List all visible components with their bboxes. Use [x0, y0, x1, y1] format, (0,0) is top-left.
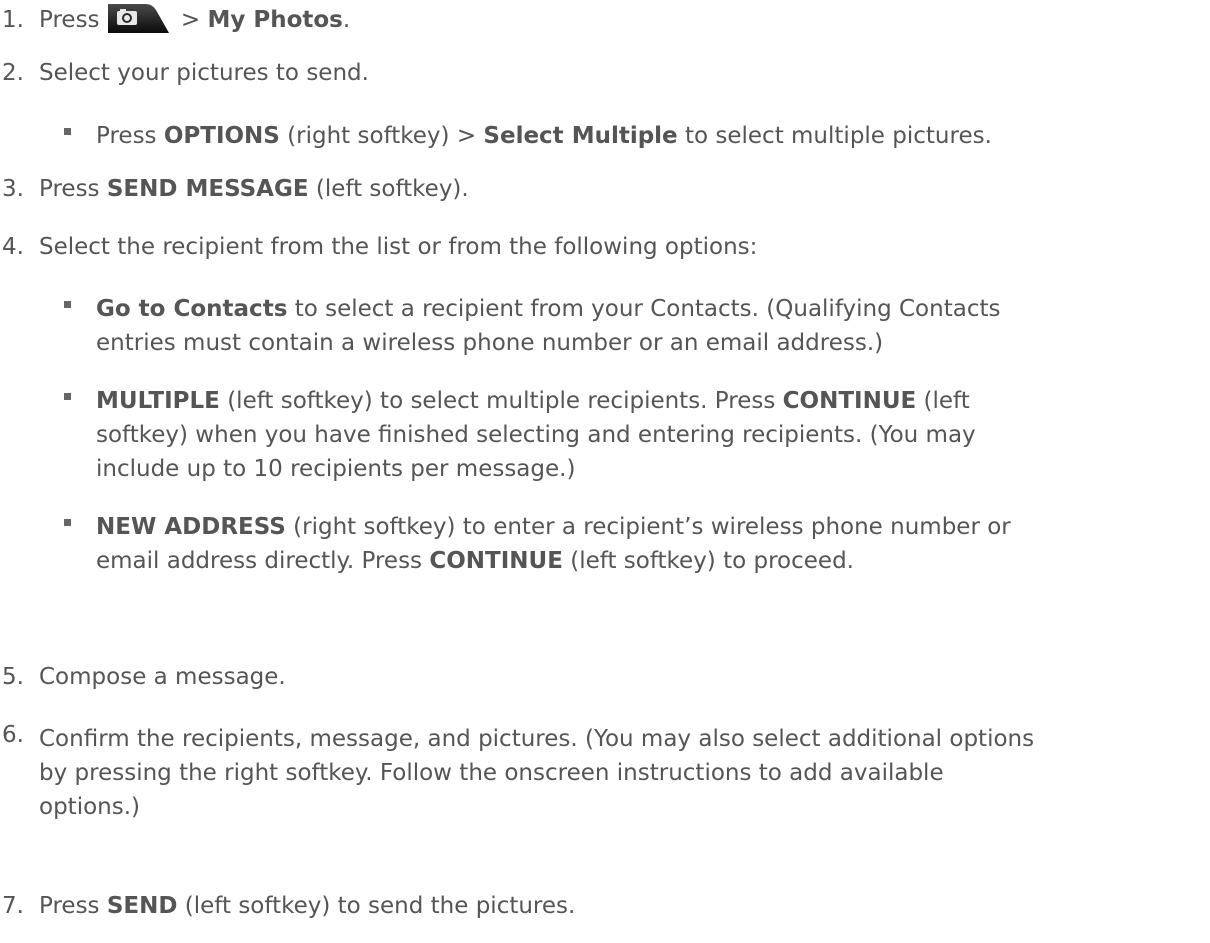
step-text: Compose a message.: [39, 664, 286, 690]
step-5: 5. Compose a message.: [0, 664, 286, 690]
bullet-icon: [64, 393, 71, 400]
step-2-bullet: Press OPTIONS (right softkey) > Select M…: [64, 119, 1176, 153]
step-text: Select your pictures to send.: [39, 60, 369, 86]
camera-key-icon: [106, 2, 170, 34]
step-number: 1.: [2, 7, 24, 33]
step-1: 1. Press > My Photos.: [0, 2, 350, 34]
option-go-to-contacts: Go to Contacts to select a recipient fro…: [64, 292, 1176, 360]
step-text: Press: [39, 7, 100, 33]
instructions-document: 1. Press > My Photos. 2. Select your pictu…: [0, 0, 1210, 943]
send-message-label: SEND MESSAGE: [106, 176, 309, 202]
step-number: 7.: [2, 893, 24, 919]
option-new-address: NEW ADDRESS (right softkey) to enter a r…: [64, 510, 1176, 578]
option-multiple: MULTIPLE (left softkey) to select multip…: [64, 384, 1176, 486]
step-number: 2.: [2, 60, 24, 86]
step-text: Select the recipient from the list or fr…: [39, 234, 758, 260]
send-label: SEND: [106, 893, 178, 919]
step-6: 6. Confirm the recipients, message, and …: [2, 722, 1035, 820]
bullet-icon: [64, 301, 71, 308]
bullet-icon: [64, 128, 71, 135]
step-7: 7. Press SEND (left softkey) to send the …: [2, 893, 576, 919]
step-number: 6.: [2, 722, 24, 748]
my-photos-label: My Photos: [207, 7, 343, 33]
step-2: 2. Select your pictures to send.: [0, 60, 369, 86]
step-number: 5.: [2, 664, 24, 690]
step-3: 3. Press SEND MESSAGE (left softkey).: [2, 176, 469, 202]
step-number: 3.: [2, 176, 24, 202]
bullet-icon: [64, 519, 71, 526]
step-number: 4.: [2, 234, 24, 260]
step-4: 4. Select the recipient from the list or …: [0, 234, 757, 260]
